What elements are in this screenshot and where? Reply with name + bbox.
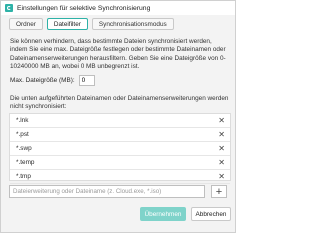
filter-input[interactable] xyxy=(9,185,205,198)
max-size-input[interactable] xyxy=(78,75,95,86)
list-item-label: *.swp xyxy=(16,145,32,152)
close-icon[interactable]: ✕ xyxy=(218,158,225,167)
filter-description: Sie können verhindern, dass bestimmte Da… xyxy=(10,38,226,71)
max-size-row: Max. Dateigröße (MB): xyxy=(10,75,95,86)
add-filter-row: + xyxy=(9,185,231,198)
close-icon[interactable]: ✕ xyxy=(218,172,225,181)
tab-dateifilter[interactable]: Dateifilter xyxy=(46,18,88,30)
plus-icon[interactable]: + xyxy=(211,185,227,198)
max-size-label: Max. Dateigröße (MB): xyxy=(10,77,75,84)
tab-bar: Ordner Dateifilter Synchronisationsmodus xyxy=(9,18,174,30)
exclusion-list: *.lnk ✕ *.pst ✕ *.swp ✕ *.temp ✕ *.tmp ✕ xyxy=(9,113,231,184)
list-item: *.pst ✕ xyxy=(10,128,230,142)
tab-ordner[interactable]: Ordner xyxy=(9,18,43,30)
dialog-footer: Übernehmen Abbrechen xyxy=(1,207,235,221)
cancel-button[interactable]: Abbrechen xyxy=(191,207,231,221)
list-item: *.swp ✕ xyxy=(10,142,230,156)
list-item-label: *.pst xyxy=(16,131,29,138)
window-title: Einstellungen für selektive Synchronisie… xyxy=(17,4,151,12)
list-item: *.tmp ✕ xyxy=(10,170,230,184)
title-bar: Einstellungen für selektive Synchronisie… xyxy=(1,1,235,15)
list-item-label: *.tmp xyxy=(16,173,31,180)
close-icon[interactable]: ✕ xyxy=(218,144,225,153)
close-icon[interactable]: ✕ xyxy=(218,130,225,139)
apply-button[interactable]: Übernehmen xyxy=(140,207,186,221)
close-icon[interactable]: ✕ xyxy=(218,116,225,125)
exclusion-list-description: Die unten aufgeführten Dateinamen oder D… xyxy=(10,95,229,111)
list-item-label: *.temp xyxy=(16,159,35,166)
settings-dialog: Einstellungen für selektive Synchronisie… xyxy=(0,0,236,233)
list-item: *.lnk ✕ xyxy=(10,114,230,128)
tab-synchronisationsmodus[interactable]: Synchronisationsmodus xyxy=(91,18,174,30)
sync-app-icon xyxy=(5,4,13,12)
list-item-label: *.lnk xyxy=(16,117,29,124)
list-item: *.temp ✕ xyxy=(10,156,230,170)
